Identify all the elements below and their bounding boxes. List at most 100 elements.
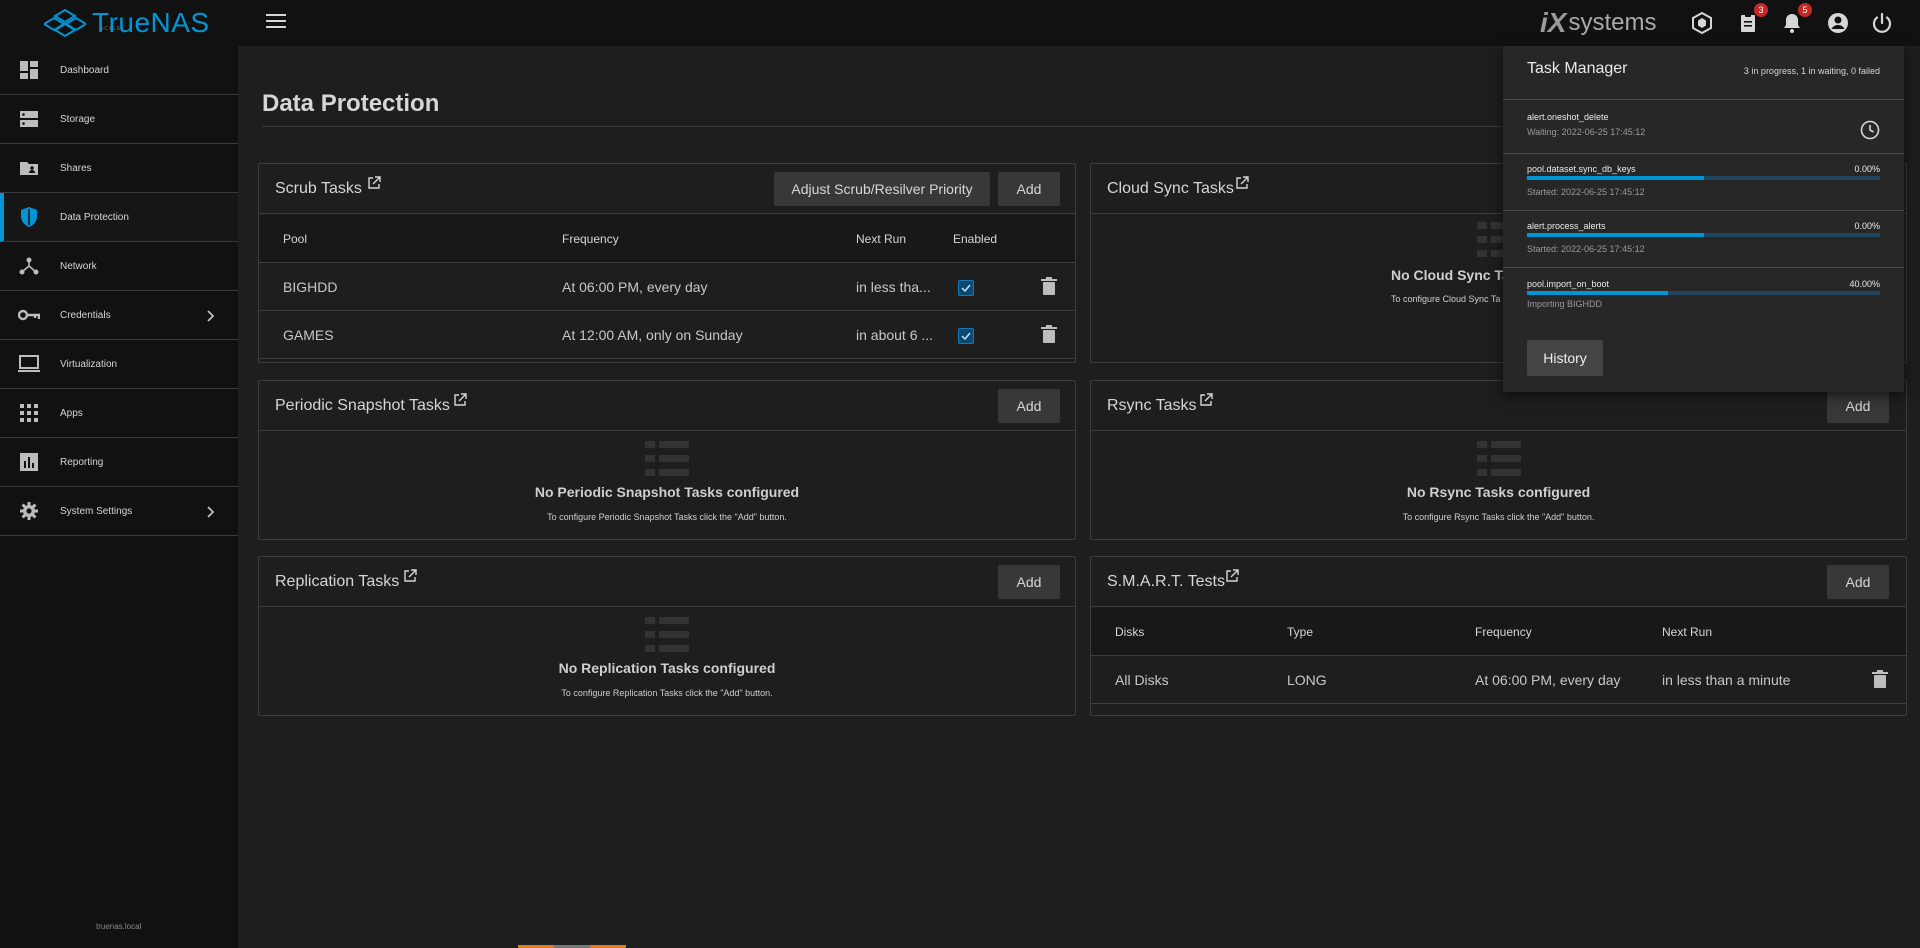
power-icon[interactable] [1870, 11, 1894, 35]
smart-tests-card: S.M.A.R.T. Tests Add Disks Type Frequenc… [1090, 556, 1907, 716]
chevron-right-icon [204, 309, 216, 322]
dashboard-icon [18, 59, 40, 81]
job-name: pool.import_on_boot [1527, 279, 1610, 289]
empty-state-subtitle: To configure Periodic Snapshot Tasks cli… [547, 512, 787, 522]
job-percent: 40.00% [1849, 279, 1880, 289]
sidebar-item-storage[interactable]: Storage [0, 95, 238, 144]
job-name: pool.dataset.sync_db_keys [1527, 164, 1636, 174]
smart-row-disks: All Disks [1115, 672, 1169, 688]
add-periodic-snapshot-button[interactable]: Add [998, 389, 1060, 423]
job-status: Started: 2022-06-25 17:45:12 [1527, 244, 1645, 254]
add-replication-task-button[interactable]: Add [998, 565, 1060, 599]
job-item[interactable]: alert.oneshot_delete Waiting: 2022-06-25… [1527, 112, 1880, 148]
sidebar-item-label: System Settings [60, 505, 133, 517]
card-title: Cloud Sync Tasks [1107, 180, 1234, 197]
open-in-new-icon[interactable] [367, 176, 381, 190]
alerts-icon[interactable]: 5 [1780, 3, 1812, 35]
empty-state-subtitle: To configure Cloud Sync Ta [1391, 294, 1501, 304]
job-item[interactable]: alert.process_alerts 0.00% Started: 2022… [1527, 221, 1880, 257]
column-header-enabled: Enabled [953, 232, 998, 246]
card-title: S.M.A.R.T. Tests [1107, 573, 1225, 590]
empty-state-title: No Periodic Snapshot Tasks configured [534, 484, 800, 500]
open-in-new-icon[interactable] [1199, 393, 1213, 407]
sidebar-item-dashboard[interactable]: Dashboard [0, 46, 238, 95]
ixsystems-logo[interactable]: iX systems [1540, 7, 1657, 38]
column-header-frequency: Frequency [562, 232, 619, 246]
card-title: Periodic Snapshot Tasks [275, 397, 450, 414]
sidebar-item-label: Reporting [60, 456, 104, 468]
job-percent: 0.00% [1854, 221, 1880, 231]
adjust-scrub-priority-button[interactable]: Adjust Scrub/Resilver Priority [774, 172, 990, 206]
empty-state-title: No Rsync Tasks configured [1406, 484, 1591, 500]
card-title: Scrub Tasks [275, 180, 362, 197]
menu-icon [266, 14, 286, 16]
add-scrub-task-button[interactable]: Add [998, 172, 1060, 206]
sidebar-item-label: Storage [60, 113, 96, 125]
truenas-logo[interactable]: TrueNAS [44, 6, 210, 40]
periodic-snapshot-tasks-card: Periodic Snapshot Tasks Add No Periodic … [258, 380, 1076, 540]
truecommand-icon[interactable] [1690, 11, 1714, 35]
column-header-frequency: Frequency [1475, 625, 1532, 639]
card-header: Replication Tasks Add [259, 557, 1075, 607]
account-icon[interactable] [1826, 11, 1850, 35]
sidebar-item-label: Virtualization [60, 358, 118, 370]
column-header-next-run: Next Run [1662, 625, 1713, 639]
sidebar-item-shares[interactable]: Shares [0, 144, 238, 193]
sidebar-item-virtualization[interactable]: Virtualization [0, 340, 238, 389]
ix-word: systems [1568, 9, 1657, 36]
delete-icon[interactable] [1041, 277, 1057, 295]
job-percent: 0.00% [1854, 164, 1880, 174]
hostname-label: truenas.local [96, 922, 142, 931]
task-manager-summary: 3 in progress, 1 in waiting, 0 failed [1743, 66, 1880, 76]
sidebar-item-reporting[interactable]: Reporting [0, 438, 238, 487]
storage-icon [18, 108, 40, 130]
scrub-row-pool: BIGHDD [283, 279, 338, 295]
job-progress-bar [1527, 233, 1880, 237]
empty-state-subtitle: To configure Replication Tasks click the… [561, 688, 773, 698]
job-item[interactable]: pool.dataset.sync_db_keys 0.00% Started:… [1527, 164, 1880, 200]
empty-list-icon [645, 617, 689, 653]
card-header: Scrub Tasks Adjust Scrub/Resilver Priori… [259, 164, 1075, 214]
sidebar-item-label: Dashboard [60, 64, 109, 76]
enabled-checkbox[interactable] [958, 328, 974, 344]
sidebar-item-credentials[interactable]: Credentials [0, 291, 238, 340]
card-header: S.M.A.R.T. Tests Add [1091, 557, 1906, 607]
add-smart-test-button[interactable]: Add [1827, 565, 1889, 599]
open-in-new-icon[interactable] [403, 569, 417, 583]
job-status: Waiting: 2022-06-25 17:45:12 [1527, 127, 1646, 137]
alerts-badge: 5 [1798, 3, 1812, 17]
empty-state-subtitle: To configure Rsync Tasks click the "Add"… [1402, 512, 1595, 522]
job-status: Importing BIGHDD [1527, 299, 1603, 309]
task-manager-panel: Task Manager 3 in progress, 1 in waiting… [1503, 46, 1904, 392]
history-button[interactable]: History [1527, 340, 1603, 376]
delete-icon[interactable] [1872, 670, 1888, 688]
open-in-new-icon[interactable] [1225, 569, 1239, 583]
sidebar-item-network[interactable]: Network [0, 242, 238, 291]
sidebar-item-apps[interactable]: Apps [0, 389, 238, 438]
sidebar-item-label: Apps [60, 407, 83, 419]
brand-name: TrueNAS [92, 7, 210, 38]
menu-toggle-button[interactable] [266, 14, 286, 30]
sidebar-item-label: Shares [60, 162, 92, 174]
scrub-row-pool: GAMES [283, 327, 334, 343]
enabled-checkbox[interactable] [958, 280, 974, 296]
open-in-new-icon[interactable] [453, 393, 467, 407]
jobs-icon[interactable]: 3 [1736, 3, 1768, 35]
sidebar-item-system-settings[interactable]: System Settings [0, 487, 238, 536]
job-name: alert.process_alerts [1527, 221, 1606, 231]
job-item[interactable]: pool.import_on_boot 40.00% Importing BIG… [1527, 279, 1880, 315]
empty-state-title: No Replication Tasks configured [558, 660, 776, 676]
top-toolbar: TrueNAS SCALE iX systems 3 5 [0, 0, 1920, 46]
clock-icon [1860, 120, 1880, 140]
sidebar-item-label: Data Protection [60, 211, 129, 223]
job-status: Started: 2022-06-25 17:45:12 [1527, 187, 1645, 197]
scrub-row-next-run: in less tha... [856, 279, 931, 295]
sidebar-item-data-protection[interactable]: Data Protection [0, 193, 238, 242]
add-rsync-task-button[interactable]: Add [1827, 389, 1889, 423]
column-header-disks: Disks [1115, 625, 1145, 639]
column-header-type: Type [1287, 625, 1314, 639]
sidebar-item-label: Credentials [60, 309, 111, 321]
delete-icon[interactable] [1041, 325, 1057, 343]
card-title: Replication Tasks [275, 573, 400, 590]
open-in-new-icon[interactable] [1235, 176, 1249, 190]
